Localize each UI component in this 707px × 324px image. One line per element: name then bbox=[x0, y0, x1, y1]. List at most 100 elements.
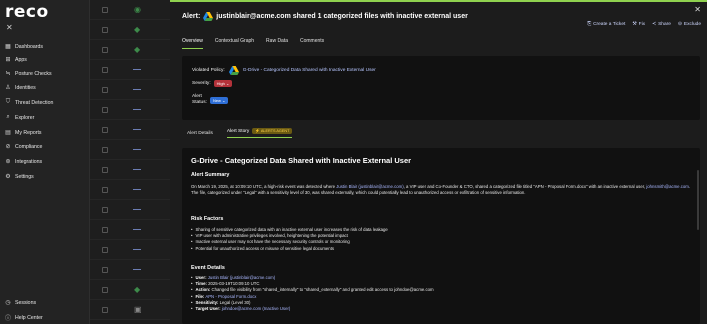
share-icon: ≺ bbox=[652, 21, 657, 27]
check-icon: ⊘ bbox=[5, 144, 11, 150]
collapse-icon[interactable]: ✕ bbox=[6, 23, 13, 32]
row-checkbox[interactable] bbox=[102, 207, 108, 213]
close-icon[interactable]: ✕ bbox=[694, 5, 701, 14]
row-checkbox[interactable] bbox=[102, 187, 108, 193]
app-icon: ◆ bbox=[134, 285, 141, 294]
row-dash bbox=[133, 89, 141, 90]
wrench-icon: ⚒ bbox=[632, 21, 637, 27]
row-dash bbox=[133, 269, 141, 270]
event-details-list: User: Justin Blair (justinblair@acme.com… bbox=[191, 275, 691, 312]
apps-icon: ⊞ bbox=[5, 57, 11, 63]
list-item[interactable] bbox=[90, 120, 170, 140]
tab-contextual-graph[interactable]: Contextual Graph bbox=[215, 38, 254, 49]
sidebar-item-identities[interactable]: ♙ Identities bbox=[4, 82, 35, 93]
sidebar-item-explorer[interactable]: ⌕ Explorer bbox=[4, 112, 34, 123]
list-item[interactable]: ▣ bbox=[90, 300, 170, 320]
row-checkbox[interactable] bbox=[102, 87, 108, 93]
sidebar-item-integrations[interactable]: ⊛ Integrations bbox=[4, 156, 42, 167]
scrollbar[interactable] bbox=[697, 170, 699, 230]
sidebar-item-posture-checks[interactable]: ≒ Posture Checks bbox=[4, 68, 51, 79]
list-item[interactable] bbox=[90, 60, 170, 80]
row-checkbox[interactable] bbox=[102, 267, 108, 273]
help-icon: ⓘ bbox=[4, 316, 11, 322]
list-item[interactable] bbox=[90, 220, 170, 240]
exclude-icon: ⊝ bbox=[677, 21, 682, 27]
row-dash bbox=[133, 209, 141, 210]
row-checkbox[interactable] bbox=[102, 307, 108, 313]
alert-subtabs: Alert Details Alert Story ⚡ ALERTS AGENT bbox=[187, 128, 293, 138]
alert-summary-text: On March 19, 2025, at 10:09:10 UTC, a hi… bbox=[191, 184, 691, 195]
sidebar-item-help-center[interactable]: ⓘ Help Center bbox=[4, 312, 43, 323]
row-dash bbox=[133, 189, 141, 190]
status-dropdown[interactable]: New ⌄ bbox=[209, 97, 229, 104]
row-checkbox[interactable] bbox=[102, 127, 108, 133]
row-checkbox[interactable] bbox=[102, 287, 108, 293]
posture-icon: ≒ bbox=[5, 71, 11, 77]
app-icon: ◆ bbox=[134, 45, 141, 54]
grid-icon: ▦ bbox=[5, 44, 11, 50]
list-item[interactable] bbox=[90, 260, 170, 280]
row-checkbox[interactable] bbox=[102, 247, 108, 253]
chevron-down-icon: ⌄ bbox=[226, 81, 230, 86]
row-checkbox[interactable] bbox=[102, 27, 108, 33]
story-heading: G-Drive - Categorized Data Shared with I… bbox=[191, 156, 412, 165]
alerts-agent-badge: ⚡ ALERTS AGENT bbox=[252, 128, 293, 134]
share-button[interactable]: ≺ Share bbox=[652, 21, 671, 27]
list-item[interactable] bbox=[90, 140, 170, 160]
violated-policy-link[interactable]: G-Drive - Categorized Data Shared with I… bbox=[243, 68, 376, 73]
google-drive-icon bbox=[203, 12, 214, 21]
tab-comments[interactable]: Comments bbox=[300, 38, 324, 49]
row-checkbox[interactable] bbox=[102, 7, 108, 13]
row-checkbox[interactable] bbox=[102, 107, 108, 113]
exclude-button[interactable]: ⊝ Exclude bbox=[678, 21, 701, 27]
row-dash bbox=[133, 169, 141, 170]
user-icon: ♙ bbox=[5, 85, 11, 91]
tab-raw-data[interactable]: Raw Data bbox=[266, 38, 288, 49]
chevron-down-icon: ⌄ bbox=[222, 98, 226, 103]
reco-logo[interactable]: reco bbox=[5, 2, 49, 22]
row-dash bbox=[133, 129, 141, 130]
alert-info-card: Violated Policy: G-Drive - Categorized D… bbox=[182, 56, 700, 120]
row-checkbox[interactable] bbox=[102, 147, 108, 153]
sidebar-item-settings[interactable]: ⚙ Settings bbox=[4, 171, 33, 182]
tab-alert-details[interactable]: Alert Details bbox=[187, 131, 213, 136]
sidebar-item-apps[interactable]: ⊞ Apps bbox=[4, 54, 26, 65]
shield-icon: ⛉ bbox=[5, 99, 11, 105]
list-item[interactable]: ◆ bbox=[90, 40, 170, 60]
clock-icon: ◷ bbox=[5, 300, 11, 306]
app-root: reco ✕ ▦ Dashboards ⊞ Apps ≒ Posture Checks… bbox=[0, 0, 707, 324]
risk-factors-list: Sharing of sensitive categorized data wi… bbox=[191, 227, 691, 252]
sidebar-item-compliance[interactable]: ⊘ Compliance bbox=[4, 141, 42, 152]
sidebar-item-threat-detection[interactable]: ⛉ Threat Detection bbox=[4, 97, 54, 108]
integration-icon: ⊛ bbox=[5, 159, 11, 165]
ticket-icon: ⎘ bbox=[587, 22, 592, 27]
row-checkbox[interactable] bbox=[102, 47, 108, 53]
sidebar-item-dashboards[interactable]: ▦ Dashboards bbox=[4, 41, 43, 52]
row-checkbox[interactable] bbox=[102, 167, 108, 173]
list-item[interactable]: ◆ bbox=[90, 280, 170, 300]
list-item[interactable] bbox=[90, 80, 170, 100]
list-item[interactable] bbox=[90, 240, 170, 260]
app-icon: ◆ bbox=[134, 25, 141, 34]
sidebar-item-my-reports[interactable]: ▤ My Reports bbox=[4, 127, 41, 138]
image-icon: ▣ bbox=[134, 305, 142, 314]
severity-dropdown[interactable]: High ⌄ bbox=[213, 80, 233, 87]
list-item[interactable] bbox=[90, 160, 170, 180]
google-drive-icon bbox=[228, 66, 239, 75]
sidebar-item-sessions[interactable]: ◷ Sessions bbox=[4, 297, 36, 308]
list-item[interactable] bbox=[90, 200, 170, 220]
fix-button[interactable]: ⚒ Fix bbox=[632, 21, 645, 27]
tab-alert-story[interactable]: Alert Story ⚡ ALERTS AGENT bbox=[226, 128, 293, 138]
row-checkbox[interactable] bbox=[102, 67, 108, 73]
event-details-title: Event Details bbox=[191, 265, 225, 271]
panel-accent-bar bbox=[170, 0, 707, 2]
create-ticket-button[interactable]: ⎘ Create a Ticket bbox=[587, 21, 625, 28]
alerts-list: ◉ ◆ ◆ ◆ ▣ bbox=[90, 0, 170, 324]
list-item[interactable] bbox=[90, 100, 170, 120]
row-dash bbox=[133, 249, 141, 250]
row-checkbox[interactable] bbox=[102, 227, 108, 233]
tab-overview[interactable]: Overview bbox=[182, 38, 203, 49]
list-item[interactable]: ◆ bbox=[90, 20, 170, 40]
list-item[interactable] bbox=[90, 180, 170, 200]
list-item[interactable]: ◉ bbox=[90, 0, 170, 20]
